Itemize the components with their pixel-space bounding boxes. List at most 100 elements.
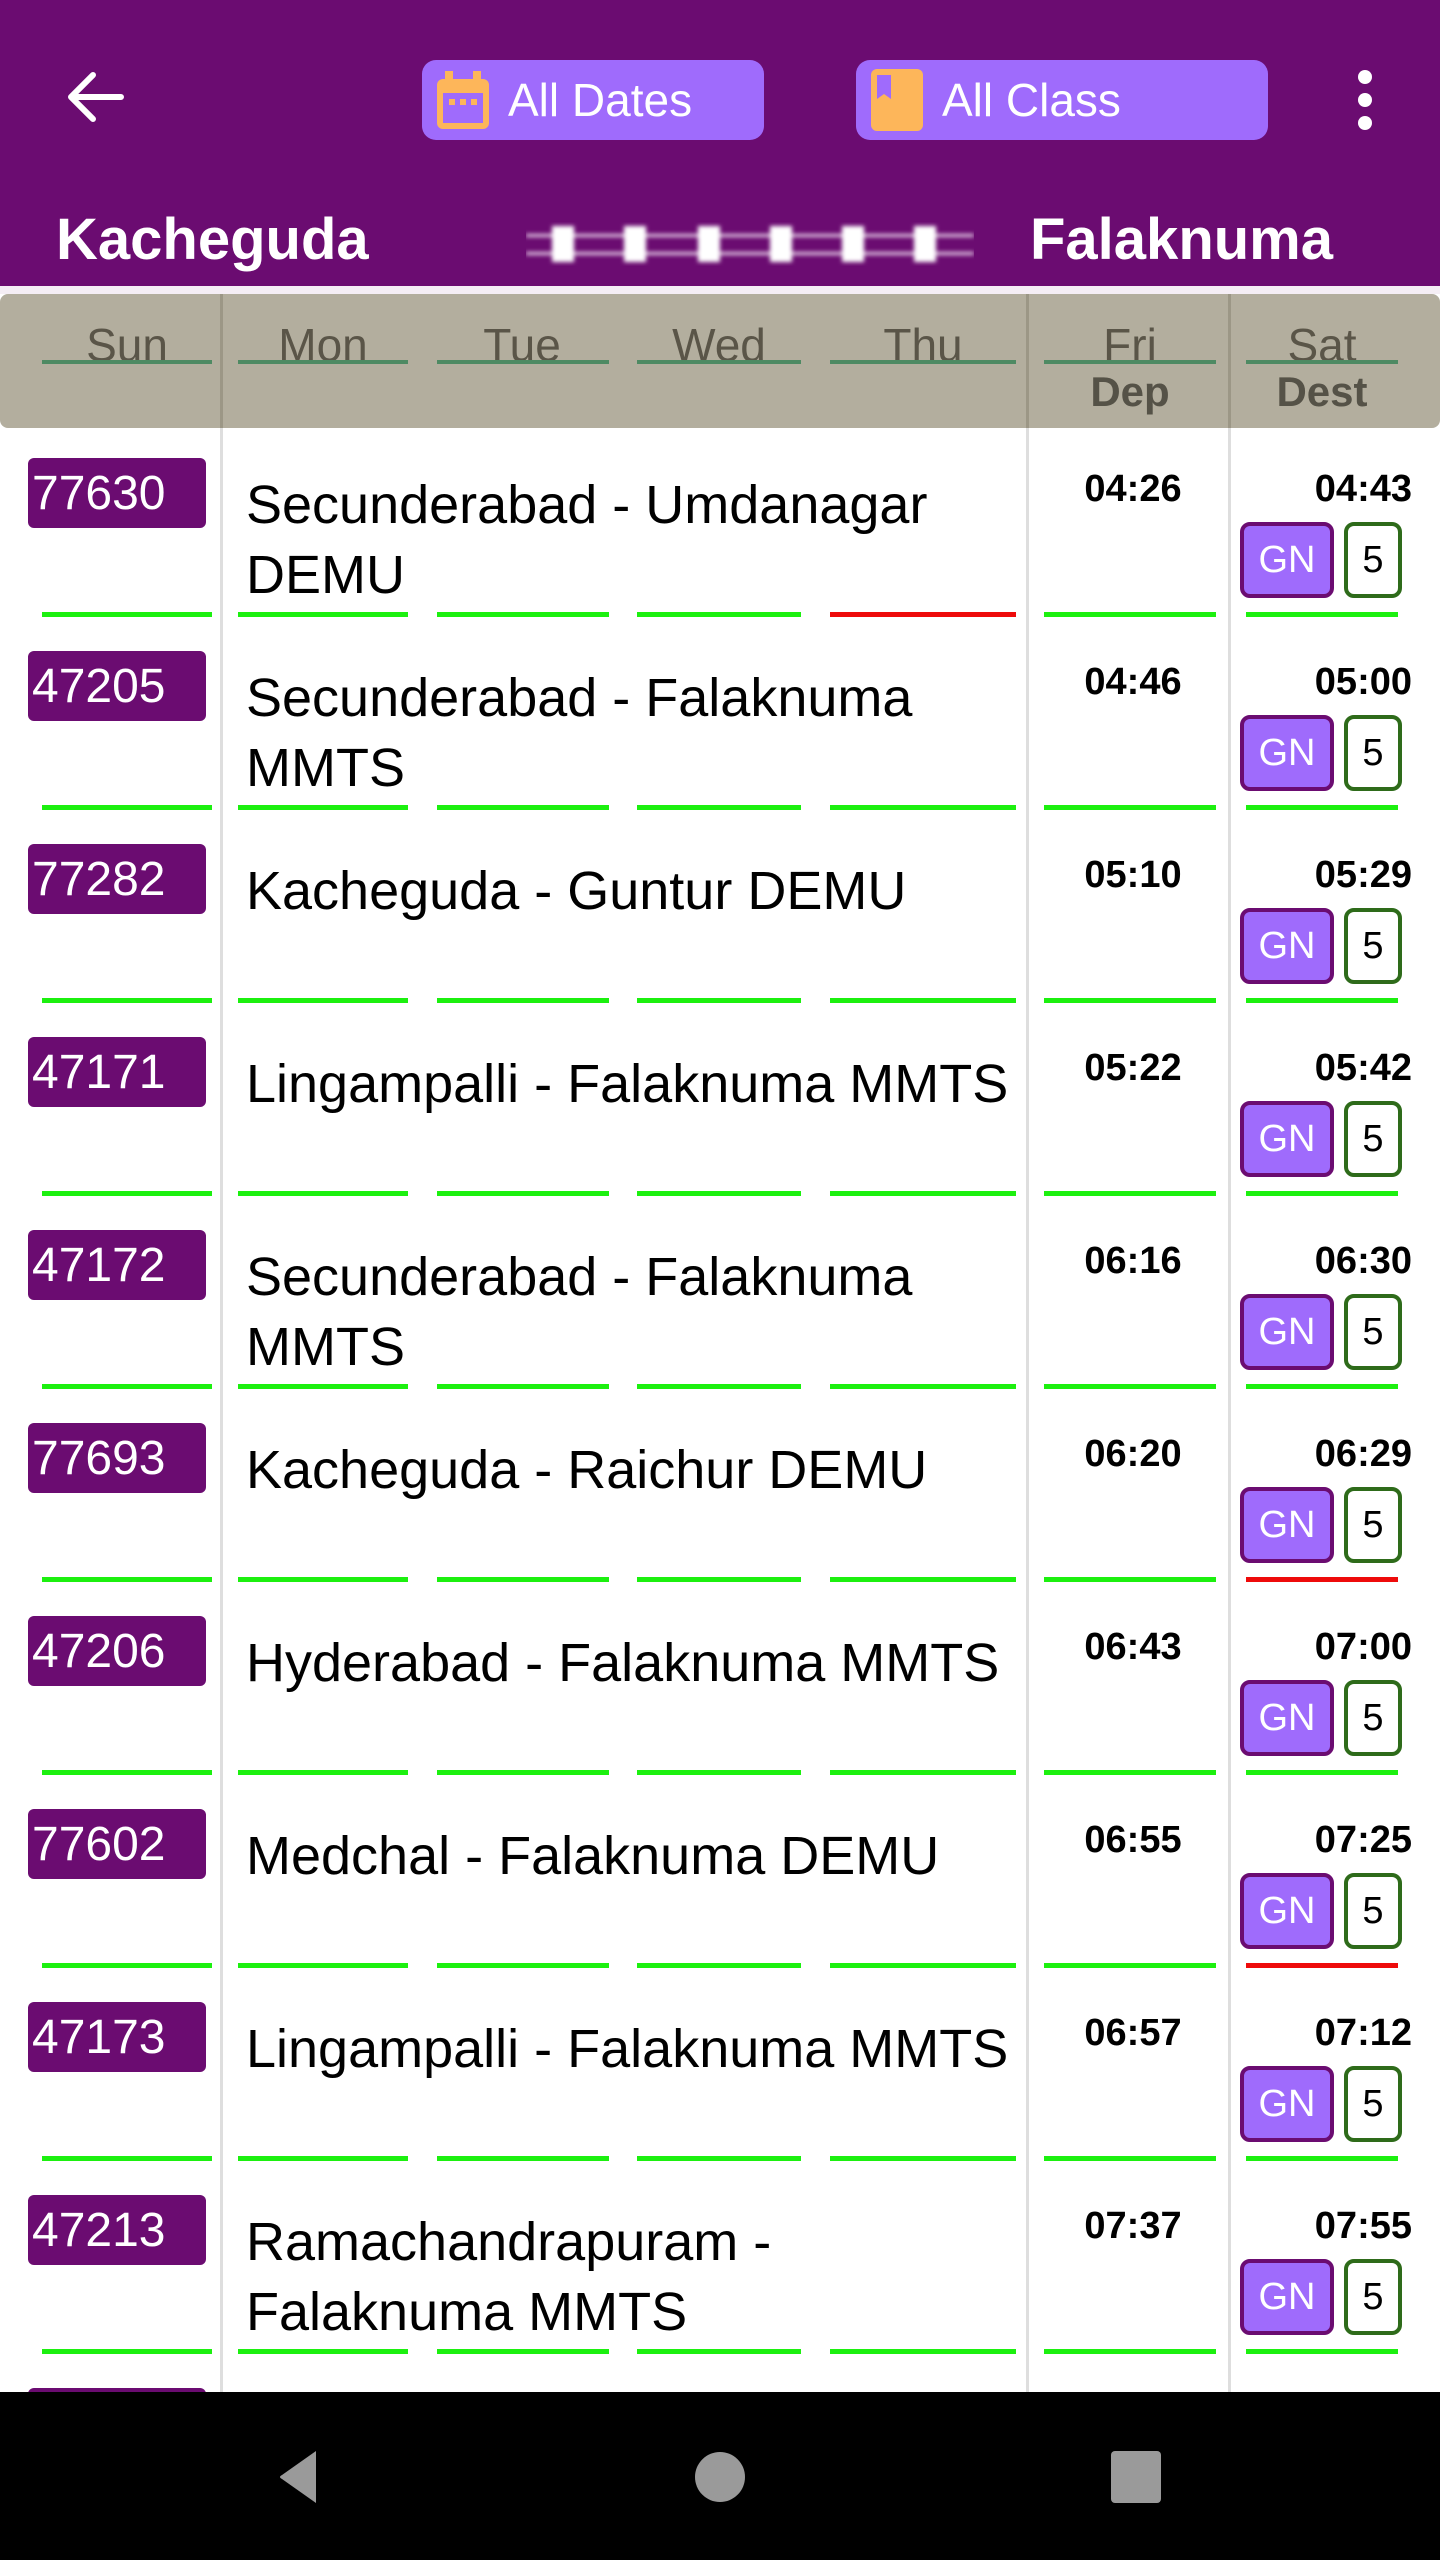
arrival-time: 04:43 [1314, 468, 1412, 510]
more-options-button[interactable] [1340, 62, 1390, 138]
nav-home-icon [695, 2452, 745, 2502]
arrival-time: 05:00 [1314, 661, 1412, 703]
class-badge[interactable]: GN [1240, 1487, 1334, 1563]
run-day-indicator-tue [437, 805, 609, 810]
column-divider [1026, 1200, 1029, 1393]
column-divider [1026, 1972, 1029, 2165]
dest-header: Dest [1276, 368, 1368, 415]
arrival-time: 06:30 [1314, 1240, 1412, 1282]
class-badge[interactable]: GN [1240, 715, 1334, 791]
nav-back-button[interactable] [255, 2432, 345, 2522]
run-day-indicator-fri [1044, 1384, 1216, 1389]
train-row[interactable]: 47173 Lingampalli - Falaknuma MMTS 06:57… [0, 1972, 1440, 2165]
run-day-indicator-mon [238, 998, 408, 1003]
run-day-indicator-thu [830, 805, 1016, 810]
day-underline [830, 360, 1016, 364]
departure-time: 06:57 [1084, 2012, 1182, 2054]
app-bar: All Dates All Class Kacheguda Falaknuma [0, 0, 1440, 286]
header-divider [1228, 294, 1231, 428]
run-day-indicator-thu [830, 2156, 1016, 2161]
class-badge[interactable]: GN [1240, 2259, 1334, 2335]
train-row[interactable]: 47172 Secunderabad - Falaknuma MMTS 06:1… [0, 1200, 1440, 1393]
train-number-badge[interactable]: 47173 [28, 2002, 206, 2072]
train-row[interactable]: 77602 Medchal - Falaknuma DEMU 06:55 07:… [0, 1779, 1440, 1972]
train-row[interactable]: 77630 Secunderabad - Umdanagar DEMU 04:2… [0, 428, 1440, 621]
arrival-time: 07:55 [1314, 2205, 1412, 2247]
header-divider [1026, 294, 1029, 428]
run-day-indicator-fri [1044, 1770, 1216, 1775]
departure-time: 05:10 [1084, 854, 1182, 896]
train-name: Ramachandrapuram - Falaknuma MMTS [246, 2212, 772, 2342]
run-day-indicator-wed [637, 2349, 801, 2354]
train-number-badge[interactable]: 77282 [28, 844, 206, 914]
train-row[interactable]: 47213 Ramachandrapuram - Falaknuma MMTS … [0, 2165, 1440, 2358]
column-divider [1026, 1586, 1029, 1779]
class-badge[interactable]: GN [1240, 1294, 1334, 1370]
all-dates-filter-button[interactable]: All Dates [422, 60, 764, 140]
nav-recents-icon [1111, 2451, 1161, 2503]
class-badge[interactable]: GN [1240, 2066, 1334, 2142]
column-divider [220, 814, 223, 1007]
departure-time: 06:16 [1084, 1240, 1182, 1282]
run-day-indicator-fri [1044, 1963, 1216, 1968]
train-number-badge[interactable]: 47205 [28, 651, 206, 721]
to-station: Falaknuma [1030, 207, 1333, 272]
train-row[interactable] [0, 2358, 1440, 2392]
run-day-indicator-thu [830, 612, 1016, 617]
departure-time: 07:37 [1084, 2205, 1182, 2247]
run-day-indicator-tue [437, 2156, 609, 2161]
run-day-indicator-sat [1246, 612, 1398, 617]
train-row[interactable]: 47171 Lingampalli - Falaknuma MMTS 05:22… [0, 1007, 1440, 1200]
departure-time: 04:26 [1084, 468, 1182, 510]
column-divider [220, 1393, 223, 1586]
train-number-badge[interactable]: 47172 [28, 1230, 206, 1300]
back-button[interactable] [60, 62, 130, 132]
run-day-indicator-tue [437, 998, 609, 1003]
train-list[interactable]: 77630 Secunderabad - Umdanagar DEMU 04:2… [0, 428, 1440, 2392]
run-day-indicator-wed [637, 612, 801, 617]
class-badge[interactable]: GN [1240, 1873, 1334, 1949]
train-name: Hyderabad - Falaknuma MMTS [246, 1633, 1000, 1693]
train-row[interactable]: 77282 Kacheguda - Guntur DEMU 05:10 05:2… [0, 814, 1440, 1007]
nav-recents-button[interactable] [1090, 2432, 1180, 2522]
column-divider [1026, 621, 1029, 814]
train-name: Secunderabad - Falaknuma MMTS [246, 668, 913, 798]
column-divider [220, 1007, 223, 1200]
run-day-indicator-tue [437, 1963, 609, 1968]
run-day-indicator-wed [637, 998, 801, 1003]
run-day-indicator-wed [637, 1770, 801, 1775]
train-number-badge[interactable]: 77630 [28, 458, 206, 528]
divider [0, 286, 1440, 294]
class-badge[interactable]: GN [1240, 1680, 1334, 1756]
train-number-badge[interactable]: 77602 [28, 1809, 206, 1879]
class-badge[interactable]: GN [1240, 908, 1334, 984]
arrival-time: 06:29 [1314, 1433, 1412, 1475]
train-number-badge[interactable]: 47213 [28, 2195, 206, 2265]
train-row[interactable]: 47206 Hyderabad - Falaknuma MMTS 06:43 0… [0, 1586, 1440, 1779]
from-station: Kacheguda [56, 207, 369, 272]
column-divider [1228, 1972, 1231, 2165]
run-day-indicator-sat [1246, 2349, 1398, 2354]
run-day-indicator-sun [42, 805, 212, 810]
class-badge[interactable]: GN [1240, 522, 1334, 598]
run-day-indicator-sun [42, 2349, 212, 2354]
all-class-filter-button[interactable]: All Class [856, 60, 1268, 140]
train-number-badge[interactable]: 47171 [28, 1037, 206, 1107]
departure-time: 05:22 [1084, 1047, 1182, 1089]
arrival-time: 07:25 [1314, 1819, 1412, 1861]
train-row[interactable]: 47205 Secunderabad - Falaknuma MMTS 04:4… [0, 621, 1440, 814]
run-day-indicator-fri [1044, 612, 1216, 617]
train-number-badge[interactable]: 77693 [28, 1423, 206, 1493]
column-divider [1228, 1393, 1231, 1586]
column-divider [220, 621, 223, 814]
train-row[interactable]: 77693 Kacheguda - Raichur DEMU 06:20 06:… [0, 1393, 1440, 1586]
header-divider [220, 294, 223, 428]
column-divider [1228, 2358, 1231, 2392]
column-divider [1228, 621, 1231, 814]
run-day-indicator-sat [1246, 2156, 1398, 2161]
nav-home-button[interactable] [675, 2432, 765, 2522]
run-day-indicator-fri [1044, 1191, 1216, 1196]
class-badge[interactable]: GN [1240, 1101, 1334, 1177]
train-number-badge[interactable]: 47206 [28, 1616, 206, 1686]
run-day-indicator-tue [437, 1577, 609, 1582]
